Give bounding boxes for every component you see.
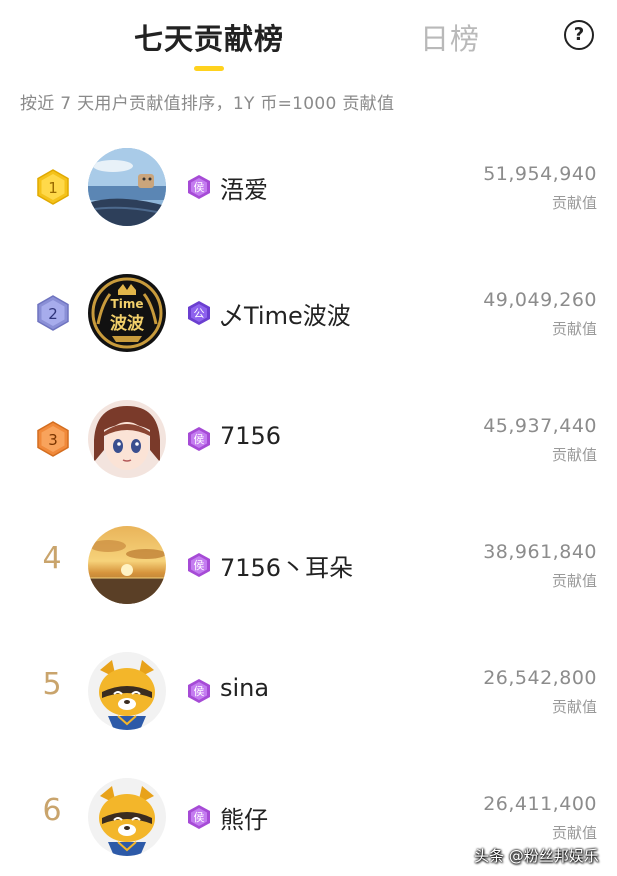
rank-number: 5 [42,667,62,702]
user-name[interactable]: sina [220,674,269,702]
rank-number: 3 [48,431,58,449]
level-badge-icon: 侯 [188,175,210,199]
contribution-value: 26,411,400 [483,793,597,815]
avatar[interactable]: Time 波波 [88,274,166,352]
contribution-unit: 贡献值 [551,320,597,338]
ranking-row[interactable]: 3 侯 7156 45,937,440 贡献值 [0,388,617,498]
level-badge-icon: 侯 [188,427,210,451]
ranking-row[interactable]: 1 侯 浯爱 51,954,940 贡献值 [0,136,617,246]
avatar[interactable] [88,652,166,730]
rank-number: 4 [42,541,62,576]
level-label: 侯 [194,432,205,446]
contribution-unit: 贡献值 [551,572,597,590]
level-label: 侯 [194,810,205,824]
ranking-row[interactable]: 2 Time 波波 公 乄Time波波 49,049,260 贡献值 [0,262,617,372]
level-badge-icon: 侯 [188,805,210,829]
level-label: 侯 [194,558,205,572]
ranking-row[interactable]: 4 侯 7156丶耳朵 38,961,840 贡献值 [0,514,617,624]
user-name[interactable]: 乄Time波波 [220,296,351,331]
rank-number: 2 [48,305,58,323]
contribution-value: 38,961,840 [483,541,597,563]
contribution-value: 49,049,260 [483,289,597,311]
svg-text:波波: 波波 [110,313,145,334]
header-tabs: 七天贡献榜 日榜 ? [0,0,617,80]
level-badge-icon: 侯 [188,553,210,577]
user-name[interactable]: 熊仔 [220,800,268,835]
contribution-unit: 贡献值 [551,824,597,842]
avatar[interactable] [88,400,166,478]
help-icon[interactable]: ? [564,20,594,50]
contribution-value: 51,954,940 [483,163,597,185]
level-badge-icon: 侯 [188,679,210,703]
rank-number: 6 [42,793,62,828]
contribution-unit: 贡献值 [551,446,597,464]
contribution-value: 26,542,800 [483,667,597,689]
watermark: 头条 @粉丝邦娱乐 [474,847,599,865]
level-label: 侯 [194,180,205,194]
level-label: 侯 [194,684,205,698]
user-name[interactable]: 7156丶耳朵 [220,548,353,583]
contribution-unit: 贡献值 [551,194,597,212]
user-name[interactable]: 浯爱 [220,170,268,205]
level-label: 公 [194,307,205,320]
avatar[interactable] [88,148,166,226]
user-name[interactable]: 7156 [220,422,281,450]
svg-text:Time: Time [111,297,144,311]
rank-silver-badge-icon: 2 [37,295,69,331]
active-tab-indicator [194,66,224,71]
avatar[interactable] [88,526,166,604]
tab-seven-day-ranking[interactable]: 七天贡献榜 [134,16,284,58]
contribution-unit: 贡献值 [551,698,597,716]
rank-bronze-badge-icon: 3 [37,421,69,457]
rank-number: 1 [48,179,58,197]
contribution-value: 45,937,440 [483,415,597,437]
ranking-description: 按近 7 天用户贡献值排序，1Y 币=1000 贡献值 [20,94,395,114]
avatar[interactable] [88,778,166,856]
tab-daily-ranking[interactable]: 日榜 [420,16,480,58]
rank-gold-badge-icon: 1 [37,169,69,205]
ranking-row[interactable]: 5 侯 sina 26,542,800 贡献值 [0,640,617,750]
level-badge-icon: 公 [188,301,210,325]
